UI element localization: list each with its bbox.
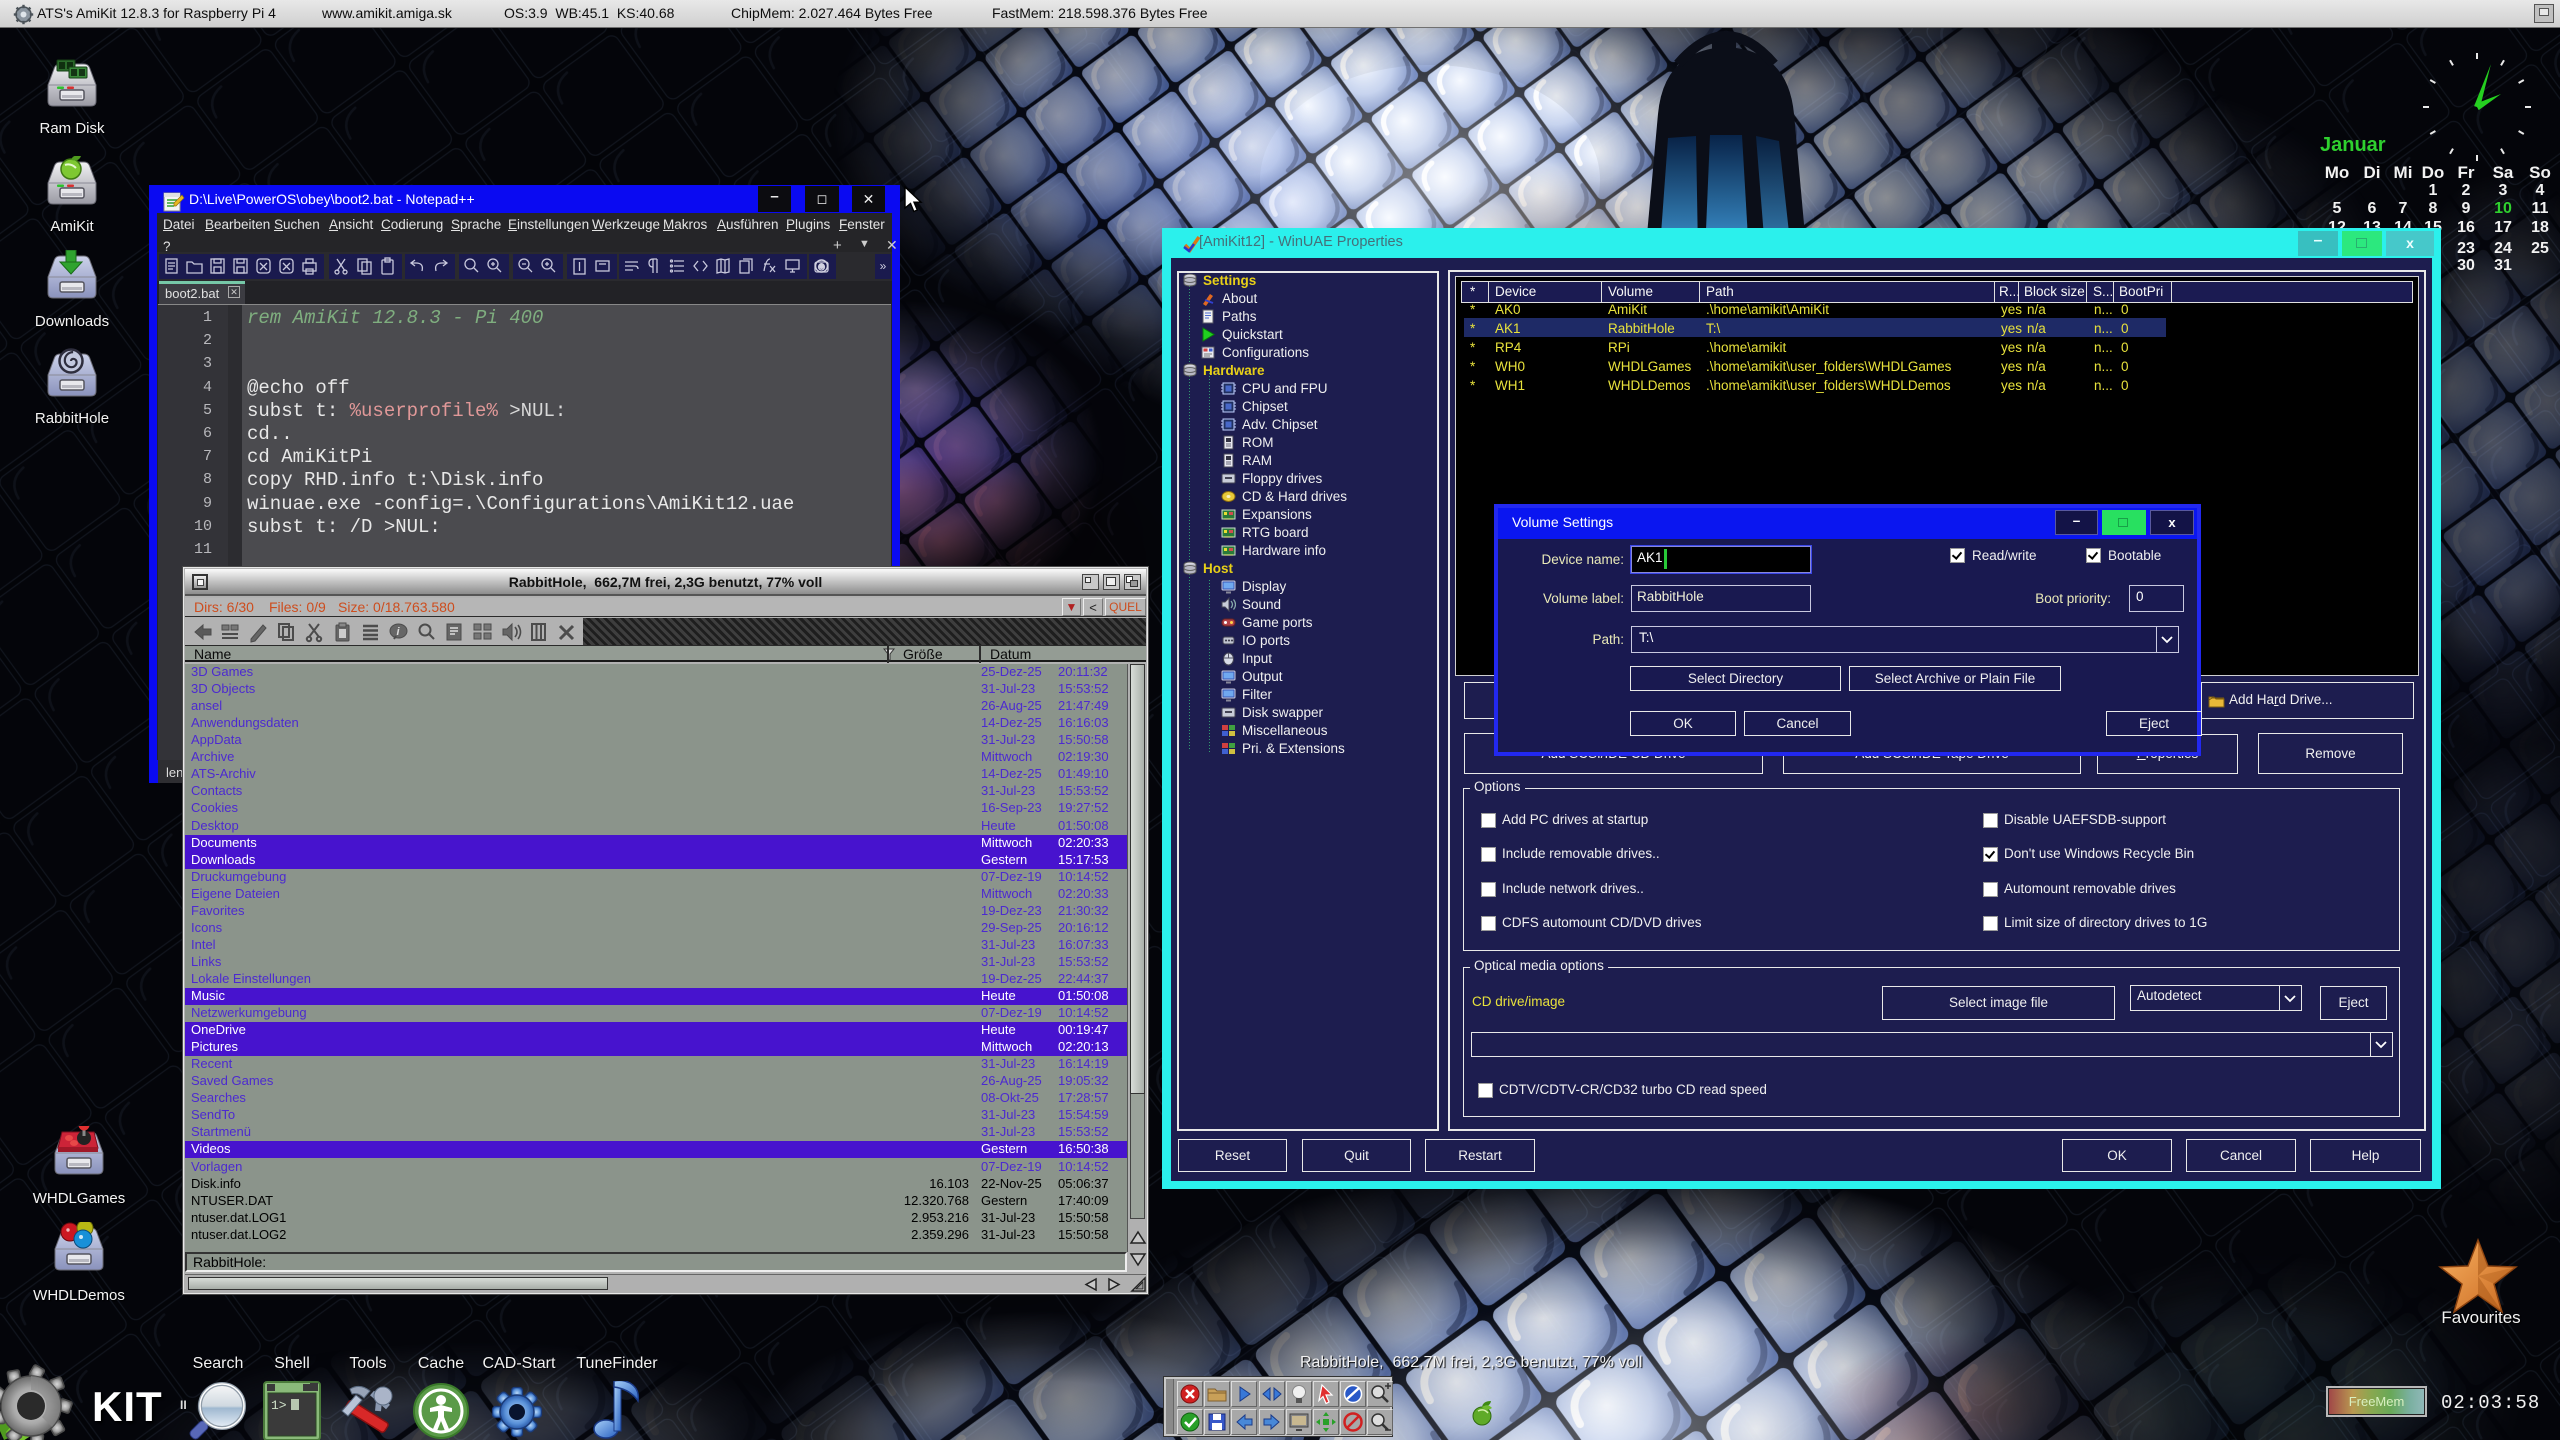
svg-text:1>: 1> (271, 1398, 287, 1413)
